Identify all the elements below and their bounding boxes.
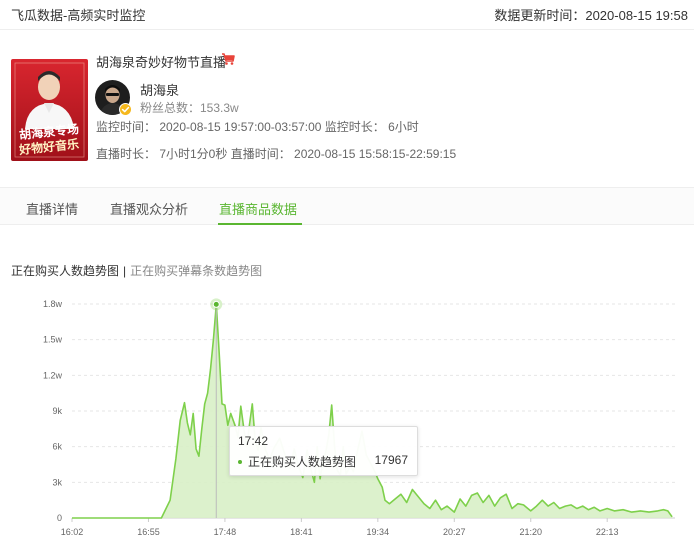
anchor-avatar-wrap[interactable] bbox=[95, 80, 132, 116]
tab-live-detail[interactable]: 直播详情 bbox=[26, 199, 78, 218]
tooltip-series-dot bbox=[238, 460, 242, 464]
x-tick-label: 21:20 bbox=[519, 527, 542, 537]
tab-product-data[interactable]: 直播商品数据 bbox=[219, 199, 297, 218]
y-tick-label: 3k bbox=[52, 477, 62, 487]
switch-buyers-trend[interactable]: 正在购买人数趋势图 bbox=[11, 264, 119, 278]
fans-count: 粉丝总数：153.3w bbox=[140, 101, 239, 115]
live-info: 直播时长： 7小时1分0秒 直播时间： 2020-08-15 15:58:15-… bbox=[96, 147, 457, 161]
y-tick-label: 1.8w bbox=[43, 299, 63, 309]
verified-badge-icon bbox=[119, 103, 132, 116]
tab-bar: 直播详情 直播观众分析 直播商品数据 bbox=[0, 187, 694, 225]
hover-marker bbox=[212, 300, 220, 308]
live-title[interactable]: 胡海泉奇妙好物节直播 bbox=[96, 52, 226, 71]
x-tick-label: 17:48 bbox=[214, 527, 237, 537]
x-tick-label: 20:27 bbox=[443, 527, 466, 537]
x-tick-label: 16:55 bbox=[137, 527, 160, 537]
chart-svg: 0 3k 6k 9k 1.2w 1.5w 1.8w 16:02 16:55 17:48 18:41 1… bbox=[43, 298, 675, 537]
y-tick-label: 1.5w bbox=[43, 335, 63, 345]
chart-switch: 正在购买人数趋势图 | 正在购买弹幕条数趋势图 bbox=[11, 262, 262, 279]
y-tick-label: 1.2w bbox=[43, 370, 63, 380]
x-tick-label: 18:41 bbox=[290, 527, 313, 537]
active-tab-indicator bbox=[218, 223, 302, 225]
x-tick-label: 19:34 bbox=[367, 527, 390, 537]
buyers-trend-chart[interactable]: 0 3k 6k 9k 1.2w 1.5w 1.8w 16:02 16:55 17:48 18:41 1… bbox=[0, 290, 694, 543]
y-tick-label: 0 bbox=[57, 513, 62, 523]
switch-separator: | bbox=[123, 264, 127, 278]
live-cover-image[interactable]: 胡海泉专场 好物好音乐 bbox=[11, 59, 88, 161]
anchor-name[interactable]: 胡海泉 bbox=[140, 80, 179, 99]
shopping-cart-icon bbox=[221, 52, 235, 66]
tooltip-value: 17967 bbox=[374, 453, 408, 467]
page-title: 飞瓜数据-高频实时监控 bbox=[11, 8, 146, 23]
y-tick-label: 9k bbox=[52, 406, 62, 416]
tooltip-time: 17:42 bbox=[238, 434, 269, 448]
chart-tooltip: 17:42 正在购买人数趋势图 17967 bbox=[229, 426, 418, 476]
switch-comments-trend[interactable]: 正在购买弹幕条数趋势图 bbox=[130, 264, 262, 278]
tab-audience-analysis[interactable]: 直播观众分析 bbox=[110, 199, 188, 218]
x-tick-label: 16:02 bbox=[61, 527, 84, 537]
top-bar: 飞瓜数据-高频实时监控 数据更新时间：2020-08-15 19:58 bbox=[0, 0, 694, 30]
monitor-info: 监控时间： 2020-08-15 19:57:00-03:57:00 监控时长：… bbox=[96, 120, 419, 134]
x-tick-label: 22:13 bbox=[596, 527, 619, 537]
tooltip-series-name: 正在购买人数趋势图 bbox=[248, 455, 357, 469]
y-tick-label: 6k bbox=[52, 442, 62, 452]
update-time: 数据更新时间：2020-08-15 19:58 bbox=[494, 8, 688, 23]
